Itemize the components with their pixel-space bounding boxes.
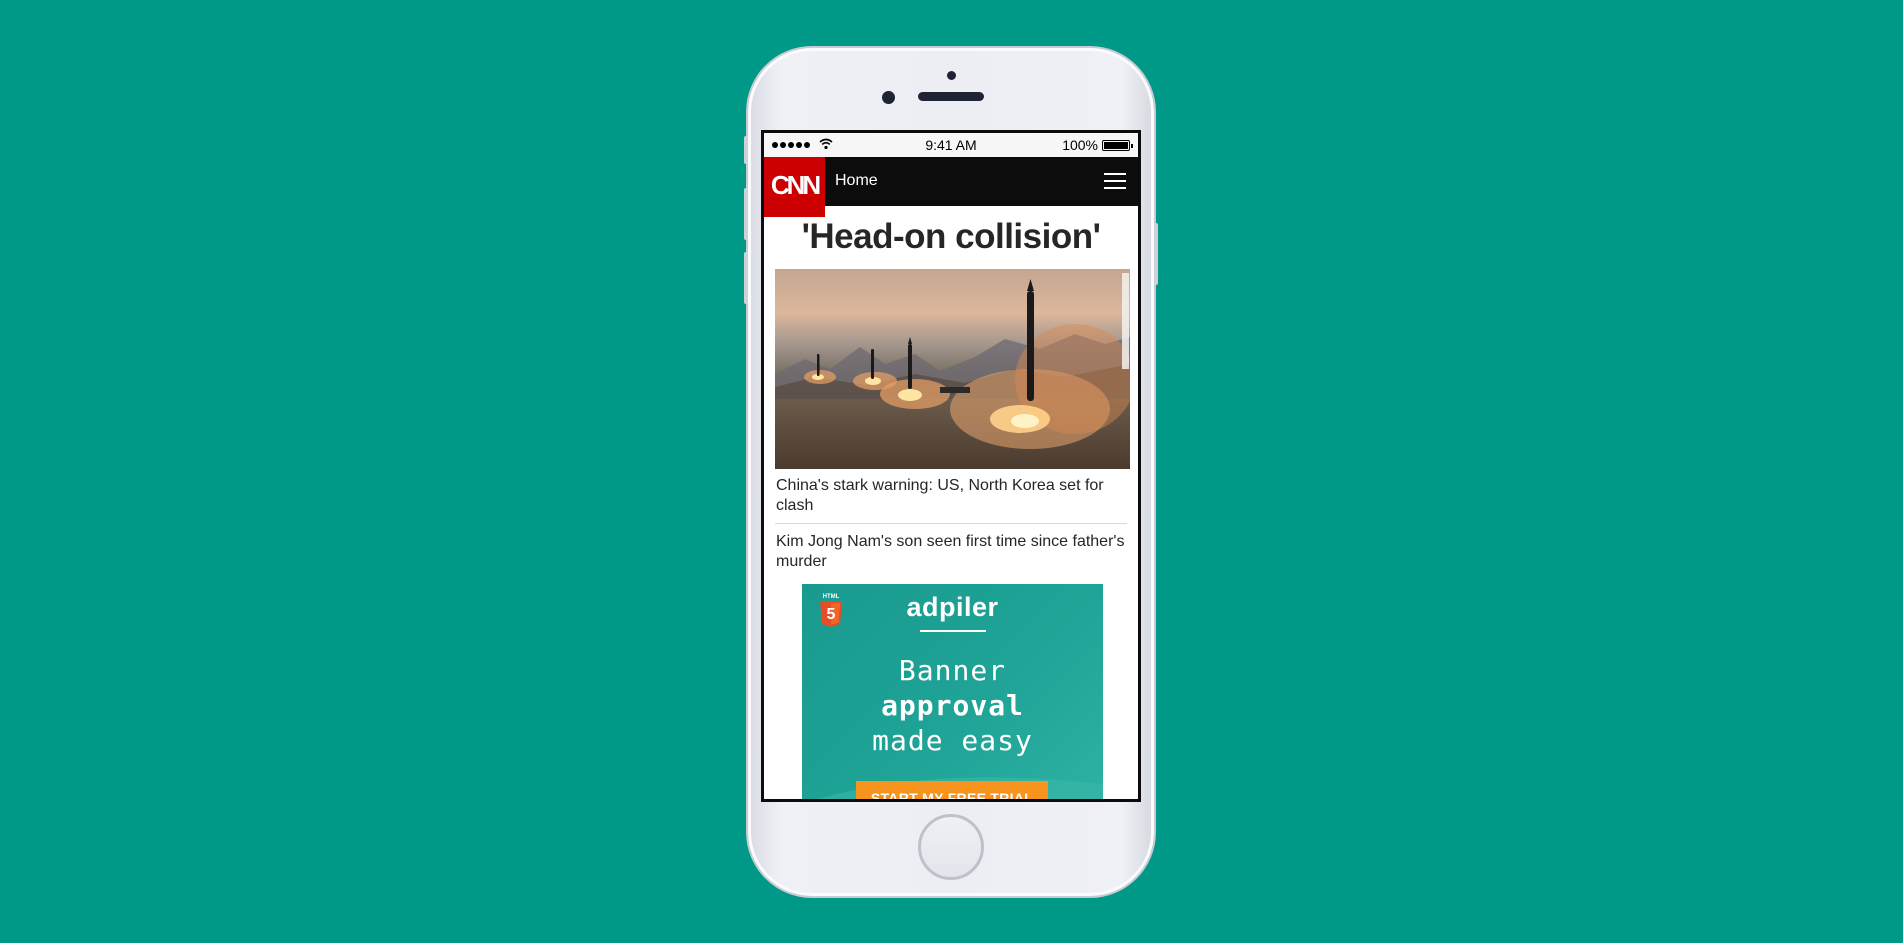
top-headline[interactable]: 'Head-on collision' <box>764 217 1138 257</box>
story-link[interactable]: Kim Jong Nam's son seen first time since… <box>764 532 1138 572</box>
banner-ad[interactable]: HTML 5 adpiler Banner approval made easy… <box>802 584 1103 799</box>
cnn-logo[interactable]: CNN <box>764 157 825 217</box>
ad-brand: adpiler <box>906 592 999 622</box>
ad-tagline-line2: approval <box>881 689 1024 722</box>
earpiece-speaker <box>918 92 984 101</box>
hamburger-menu-icon[interactable] <box>1104 173 1126 190</box>
proximity-sensor <box>947 71 956 80</box>
status-bar: 9:41 AM 100% <box>764 133 1138 157</box>
top-nav-bar: CNN Home <box>764 157 1138 217</box>
mute-switch <box>744 136 748 164</box>
ad-tagline-line1: Banner <box>898 654 1007 687</box>
missile-launch-scene <box>804 279 1130 449</box>
volume-up-button <box>744 188 748 240</box>
nav-section-home[interactable]: Home <box>835 172 878 190</box>
home-button[interactable] <box>918 814 984 880</box>
ad-divider <box>920 630 986 632</box>
free-trial-button[interactable]: START MY FREE TRIAL <box>856 781 1048 799</box>
photo-credit <box>1122 273 1129 369</box>
ad-tagline-line3: made easy <box>872 724 1033 757</box>
front-camera <box>882 91 895 104</box>
story-divider <box>775 523 1127 524</box>
volume-down-button <box>744 252 748 304</box>
battery-percent: 100% <box>1062 137 1098 153</box>
hero-image[interactable] <box>775 269 1130 469</box>
story-link[interactable]: China's stark warning: US, North Korea s… <box>764 476 1138 516</box>
battery-icon <box>1102 140 1133 151</box>
power-button <box>1154 223 1158 285</box>
phone-frame: 9:41 AM 100% CNN Home 'Head-on collision… <box>744 48 1158 896</box>
phone-screen: 9:41 AM 100% CNN Home 'Head-on collision… <box>761 130 1141 802</box>
